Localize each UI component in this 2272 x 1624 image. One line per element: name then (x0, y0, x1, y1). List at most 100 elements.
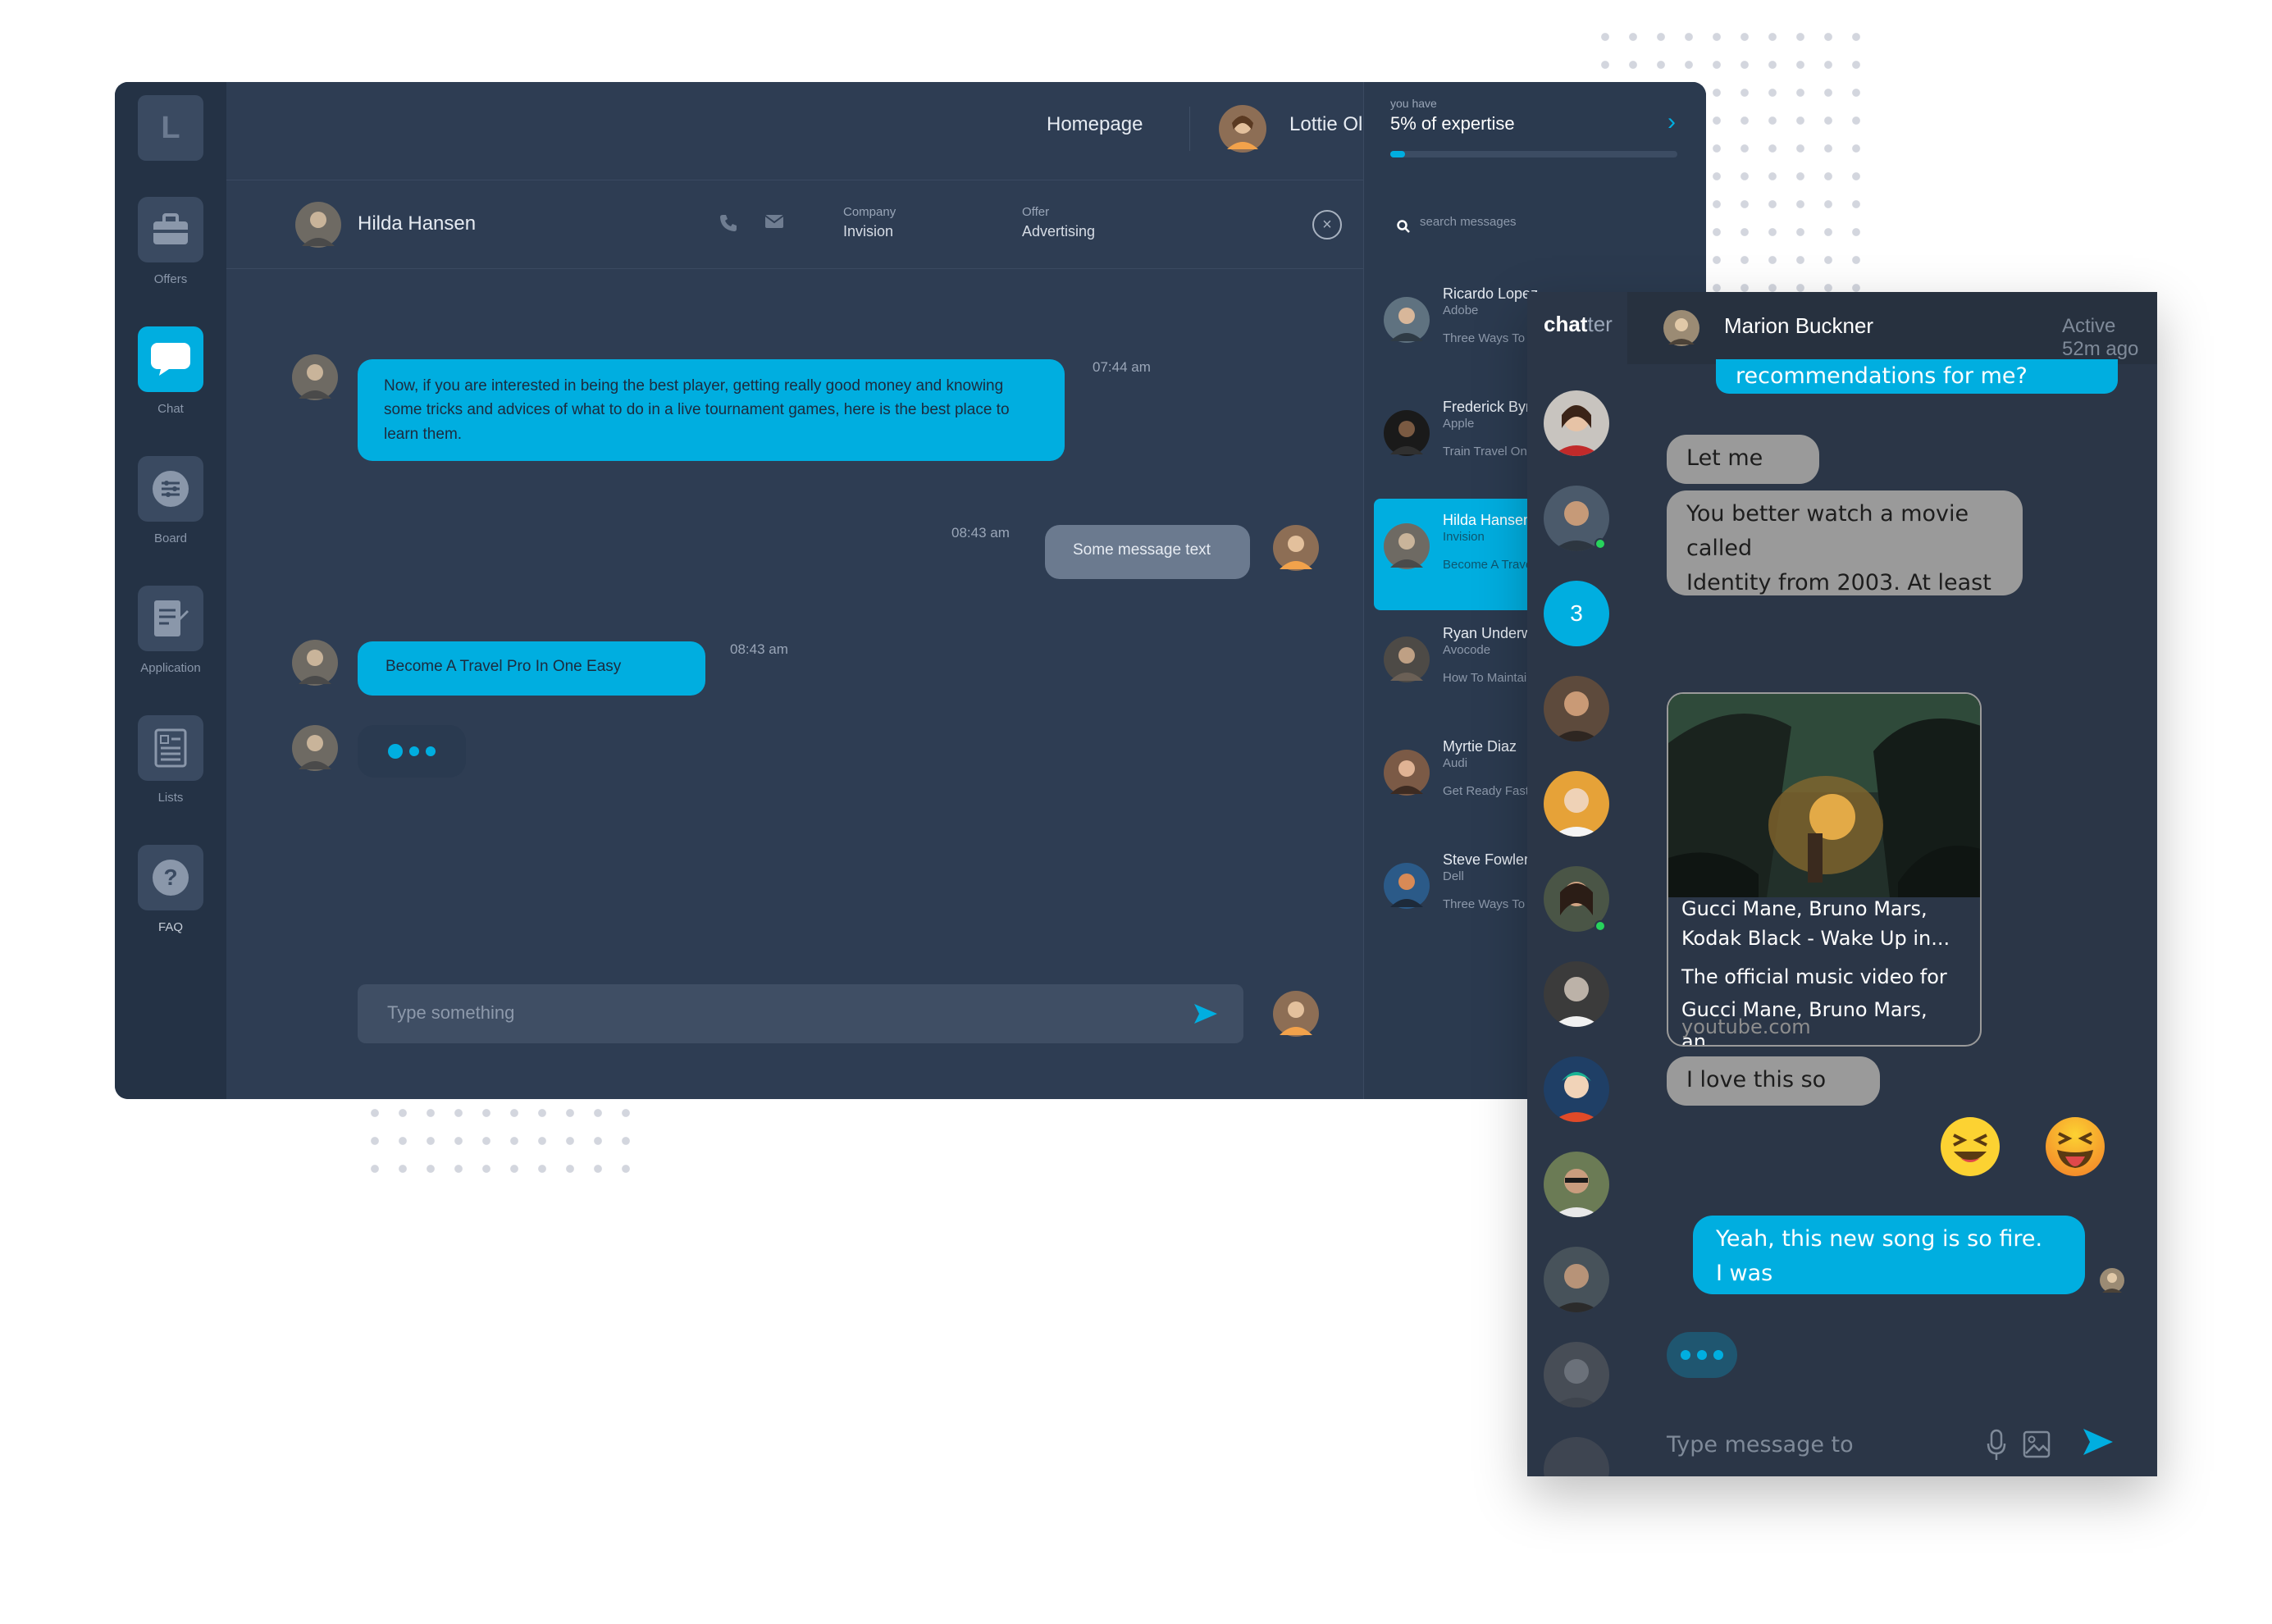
chatter-header: Marion Buckner Active 52m ago (1627, 292, 2157, 364)
contact-avatar[interactable] (1544, 771, 1609, 837)
homepage-link[interactable]: Homepage (1047, 113, 1143, 136)
message-bubble: Let me (1667, 435, 1819, 484)
message-bubble: You better watch a movie called Identity… (1667, 490, 2023, 595)
message-bubble: Become A Travel Pro In One Easy (358, 641, 705, 696)
active-status: Active 52m ago (2062, 315, 2139, 360)
link-title: Gucci Mane, Bruno Mars, Kodak Black - Wa… (1681, 894, 1977, 953)
link-title-line: Kodak Black - Wake Up in... (1681, 927, 1950, 950)
avatar (1384, 297, 1430, 347)
expertise-progress-bar (1390, 151, 1677, 157)
send-icon[interactable] (2082, 1426, 2115, 1458)
avatar (292, 640, 338, 690)
list-document-icon (138, 715, 203, 781)
send-icon[interactable] (1193, 1001, 1219, 1027)
conversation-preview: Three Ways To (1443, 897, 1526, 911)
avatar (1384, 750, 1430, 800)
nav-label: Offers (153, 272, 188, 286)
conversation-name: Ricardo Lopez (1443, 285, 1539, 302)
chevron-right-icon[interactable]: › (1668, 108, 1676, 136)
expertise-progress-fill (1390, 151, 1405, 157)
avatar (1273, 525, 1319, 575)
nav-faq[interactable]: ? FAQ (115, 845, 226, 934)
svg-text:?: ? (163, 864, 177, 890)
mail-icon[interactable] (764, 213, 784, 234)
conversation-preview: Become A Travel (1443, 558, 1535, 572)
nav-chat[interactable]: Chat (115, 326, 226, 416)
message-bubble: Some message text (1045, 525, 1250, 579)
document-edit-icon (138, 586, 203, 651)
unread-count-badge[interactable]: 3 (1544, 581, 1609, 646)
message-time: 08:43 am (730, 641, 788, 657)
contact-avatar[interactable] (1544, 1342, 1609, 1407)
expertise-panel[interactable]: you have 5% of expertise › (1363, 82, 1706, 182)
message-input[interactable]: Type something (358, 984, 1243, 1043)
conversation-company: Avocode (1443, 643, 1491, 657)
conversation-company: Adobe (1443, 303, 1479, 317)
link-title-line: Gucci Mane, Bruno Mars, (1681, 897, 1928, 920)
avatar[interactable] (1219, 105, 1266, 157)
conversation-company: Invision (1443, 530, 1485, 544)
input-placeholder: Type something (387, 1002, 515, 1023)
expertise-value: 5% of expertise (1390, 113, 1515, 134)
message-bubble: I love this so (1667, 1056, 1880, 1106)
divider (1189, 107, 1190, 151)
tongue-emoji-icon[interactable] (2044, 1115, 2106, 1178)
top-bar: Homepage Lottie Oliver › (226, 82, 1478, 180)
avatar[interactable] (1273, 991, 1319, 1041)
conversation-name: Frederick Byrd (1443, 399, 1540, 415)
briefcase-icon (138, 197, 203, 262)
contact-avatar[interactable] (1544, 390, 1609, 456)
avatar (1384, 863, 1430, 913)
search-input[interactable]: search messages (1420, 215, 1517, 229)
conversation-name: Hilda Hansen (1443, 512, 1532, 528)
nav-offers[interactable]: Offers (115, 197, 226, 286)
offer-label: Offer (1022, 205, 1050, 219)
conversation-preview: Train Travel On (1443, 445, 1527, 458)
nav-label: Lists (157, 791, 184, 805)
contact-avatar[interactable] (1544, 1437, 1609, 1476)
message-line: Identity from 2003. At least (1686, 570, 1991, 595)
contact-avatar[interactable] (1544, 961, 1609, 1027)
nav-application[interactable]: Application (115, 586, 226, 675)
nav-lists[interactable]: Lists (115, 715, 226, 805)
sidebar: L Offers Chat Board Application Lists ? … (115, 82, 226, 1099)
phone-icon[interactable] (719, 213, 738, 237)
typing-indicator (358, 725, 466, 778)
conversation-name: Myrtie Diaz (1443, 738, 1517, 755)
contact-avatar[interactable] (1544, 1056, 1609, 1122)
link-description-line: The official music video for (1681, 965, 1947, 988)
avatar (2100, 1268, 2124, 1297)
sliders-icon (138, 456, 203, 522)
link-url[interactable]: youtube.com (1681, 1015, 1811, 1038)
nav-label: Application (140, 661, 201, 675)
search-icon (1397, 220, 1410, 233)
message-bubble: Yeah, this new song is so fire. I was (1693, 1216, 2085, 1294)
contact-avatar[interactable] (1544, 1247, 1609, 1312)
microphone-icon[interactable] (1987, 1429, 2006, 1462)
link-preview-card[interactable]: Gucci Mane, Bruno Mars, Kodak Black - Wa… (1667, 692, 1982, 1047)
avatar (292, 354, 338, 404)
contact-avatar[interactable] (1544, 676, 1609, 741)
chat-header: Hilda Hansen Company Invision Offer Adve… (226, 182, 1363, 269)
nav-board[interactable]: Board (115, 456, 226, 545)
nav-label: Board (153, 531, 188, 545)
close-icon[interactable]: × (1312, 210, 1342, 239)
chatter-widget: chatter Marion Buckner Active 52m ago 3 … (1527, 292, 2157, 1476)
conversation-company: Apple (1443, 417, 1475, 431)
conversation-preview: Three Ways To (1443, 331, 1526, 345)
avatar (1384, 523, 1430, 573)
offer-value: Advertising (1022, 223, 1096, 239)
laughing-emoji-icon[interactable] (1939, 1115, 2001, 1178)
company-value: Invision (843, 223, 894, 239)
message-input[interactable]: Type message to (1667, 1432, 1854, 1457)
app-logo[interactable]: L (138, 95, 203, 161)
contact-avatar[interactable] (1544, 1152, 1609, 1217)
message-bubble: recommendations for me? (1716, 359, 2118, 394)
image-icon[interactable] (2023, 1430, 2051, 1458)
avatar (1384, 410, 1430, 460)
dot-pattern-decoration (361, 1099, 640, 1183)
avatar (1663, 310, 1699, 350)
video-thumbnail[interactable] (1668, 694, 1982, 897)
message-line: I was (1716, 1261, 1773, 1286)
avatar (295, 202, 341, 252)
